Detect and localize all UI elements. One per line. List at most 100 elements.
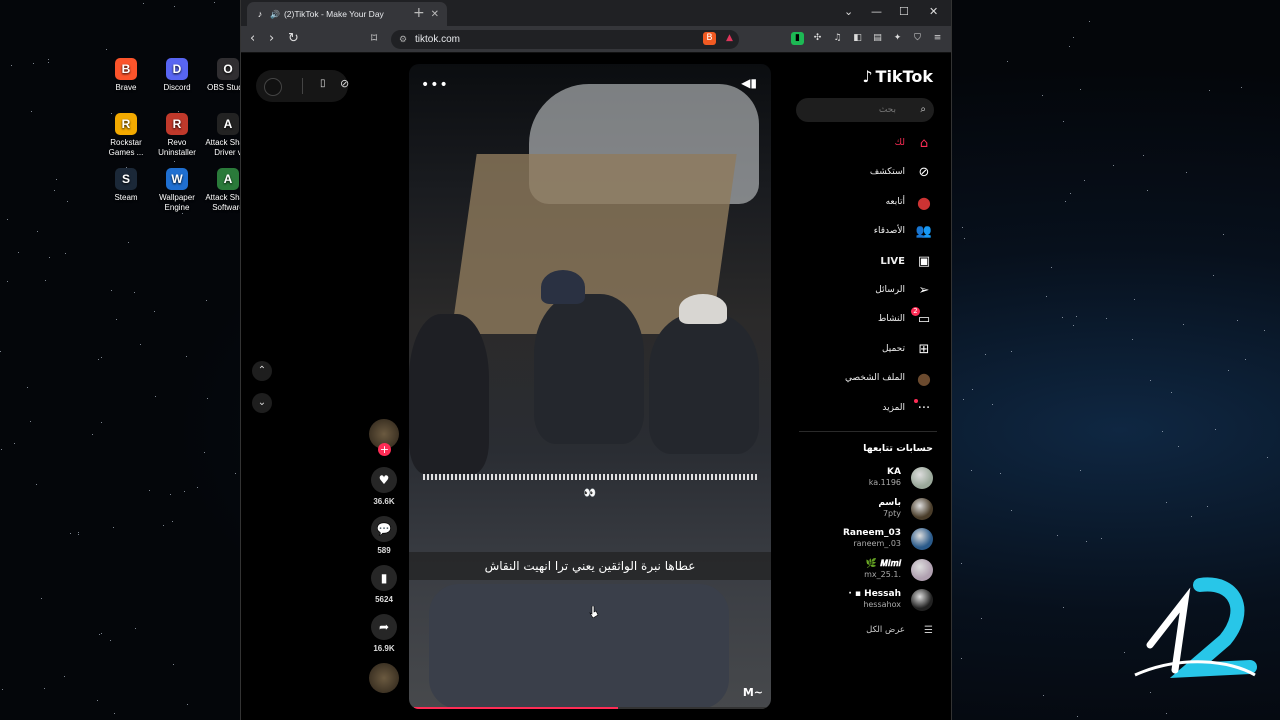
desktop-icon[interactable]: W Wallpaper Engine [149, 168, 205, 213]
comment-icon[interactable]: 💬 [371, 516, 397, 542]
star [971, 470, 973, 472]
account-handle: mx_25.1. [864, 569, 901, 579]
leo-ai-icon[interactable]: ✦ [891, 32, 904, 45]
url-text: tiktok.com [415, 34, 461, 45]
star [174, 161, 176, 163]
following-account[interactable]: Hessah ▪ · hessahox [793, 587, 933, 613]
site-info-icon[interactable]: ⚙ [399, 30, 407, 49]
see-all-label: عرض الكل [866, 625, 905, 635]
vpn-shield-icon[interactable]: ⛉ [911, 32, 924, 45]
account-avatar [911, 528, 933, 550]
sidebar-item[interactable]: ⊘ استكشف [793, 163, 933, 183]
star [1142, 155, 1144, 157]
search-icon[interactable]: ⌕ [920, 98, 926, 122]
search-input[interactable]: ⌕ بحث [796, 98, 934, 122]
maximize-button[interactable]: ☐ [899, 5, 909, 18]
pill-divider [302, 78, 303, 94]
overlay-line [423, 474, 757, 480]
sidebar-item[interactable]: ▣ LIVE [793, 252, 933, 272]
star [45, 280, 47, 282]
sidebar-item[interactable]: ⌂ لك [793, 134, 933, 154]
sidebar-toggle-icon[interactable]: ◧ [851, 32, 864, 45]
sidebar-item[interactable]: 👥 الأصدقاء [793, 222, 933, 242]
video-progress-bar[interactable] [414, 707, 766, 709]
star [65, 253, 67, 255]
sidebar-item[interactable]: ● أتابعه [793, 193, 933, 213]
video-actions: + ♥ 36.6K 💬 589 ▮ 5624 ➦ 16.9K [366, 419, 402, 693]
sidebar-item[interactable]: ⊞ تحميل [793, 340, 933, 360]
star [1185, 171, 1187, 173]
sound-disc-avatar[interactable] [369, 663, 399, 693]
desktop-icon[interactable]: S Steam [98, 168, 154, 203]
compass-small-icon[interactable]: ⊘ [340, 77, 349, 90]
following-account[interactable]: KA ka.1196 [793, 465, 933, 491]
star [1105, 317, 1107, 319]
star [1073, 324, 1075, 326]
sidebar-item[interactable]: ··· المزيد [793, 398, 933, 419]
previous-video-button[interactable]: ⌃ [252, 361, 272, 381]
app-icon: A [217, 113, 239, 135]
back-button[interactable]: ‹ [250, 31, 255, 46]
brave-rewards-icon[interactable]: ▲ [723, 32, 736, 45]
app-icon: R [166, 113, 188, 135]
account-handle: raneem_.03 [853, 539, 901, 548]
following-account[interactable]: باسم 7pty [793, 496, 933, 522]
follow-plus-icon[interactable]: + [378, 443, 391, 456]
extension-green-icon[interactable]: ▮ [791, 32, 804, 45]
sidebar-item[interactable]: ➢ الرسائل [793, 281, 933, 301]
search-placeholder: بحث [878, 105, 896, 115]
star [1000, 473, 1001, 475]
video-more-icon[interactable]: ••• [421, 77, 449, 93]
account-handle: 7pty [882, 508, 901, 518]
account-avatar [911, 589, 933, 611]
following-avatar-icon: ● [917, 192, 931, 212]
star [1237, 319, 1239, 321]
brave-shields-icon[interactable]: B [703, 32, 716, 45]
toggle-dot-icon[interactable] [264, 78, 282, 96]
star [1, 688, 3, 690]
desktop-icon[interactable]: D Discord [149, 58, 205, 93]
media-icon[interactable]: ♫ [831, 32, 844, 45]
sidebar-item[interactable]: ● الملف الشخصي [793, 369, 933, 389]
desktop-icon[interactable]: R Revo Uninstaller [149, 113, 205, 158]
share-arrow-icon[interactable]: ➦ [371, 614, 397, 640]
app-icon: B [115, 58, 137, 80]
star [162, 524, 164, 526]
minimize-button[interactable]: — [871, 5, 882, 18]
following-account[interactable]: 𝑴𝒊𝒎𝒊 🌿 mx_25.1. [793, 557, 933, 583]
like-heart-icon[interactable]: ♥ [371, 467, 397, 493]
sidebar-item-label: لك [894, 138, 905, 148]
device-icon[interactable]: ▯ [320, 78, 326, 89]
close-tab-icon[interactable]: ✕ [431, 9, 439, 20]
star [1267, 457, 1269, 459]
creator-avatar[interactable]: + [369, 419, 399, 456]
star [1165, 713, 1167, 715]
next-video-button[interactable]: ⌄ [252, 393, 272, 413]
menu-icon[interactable]: ≡ [931, 32, 944, 45]
following-account[interactable]: Raneem_03 raneem_.03 [793, 526, 933, 552]
wallet-icon[interactable]: ▤ [871, 32, 884, 45]
star [1214, 428, 1216, 430]
star [48, 62, 50, 63]
account-handle: hessahox [863, 600, 901, 609]
desktop-icon[interactable]: R Rockstar Games ... [98, 113, 154, 158]
close-window-button[interactable]: ✕ [929, 5, 938, 18]
volume-icon[interactable]: ◀▮ [741, 76, 757, 90]
bookmark-icon[interactable]: ⌑ [371, 31, 377, 45]
sidebar-item[interactable]: ▭ 2 النشاط [793, 307, 933, 330]
bookmark-save-icon[interactable]: ▮ [371, 565, 397, 591]
forward-button[interactable]: › [269, 31, 274, 46]
new-tab-button[interactable]: + [413, 5, 425, 21]
address-bar[interactable]: ⚙ tiktok.com [391, 30, 739, 49]
extensions-icon[interactable]: ✣ [811, 32, 824, 45]
overlay-emoji-text: 👀 [583, 488, 597, 499]
star [173, 6, 175, 8]
desktop-icon[interactable]: B Brave [98, 58, 154, 93]
star [1061, 316, 1063, 318]
tab-search-chevron-icon[interactable]: ⌄ [844, 5, 853, 18]
star [26, 386, 28, 388]
compass-icon: ⊘ [918, 165, 930, 181]
speaker-icon[interactable]: 🔊 [270, 10, 280, 19]
tiktok-logo[interactable]: ♪ TikTok [862, 67, 933, 86]
reload-button[interactable]: ↻ [288, 31, 299, 46]
